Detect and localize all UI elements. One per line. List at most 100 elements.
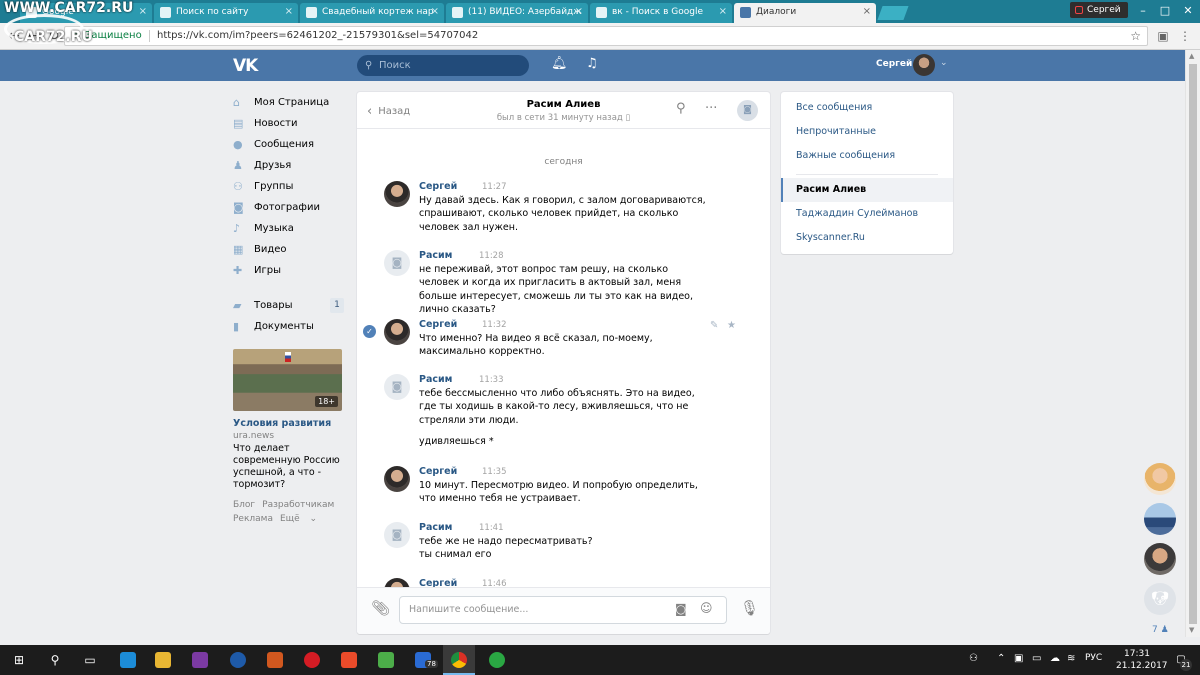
close-tab-icon[interactable]: ×: [285, 6, 293, 17]
explorer-folder-icon[interactable]: [155, 652, 171, 668]
folder-unread[interactable]: Непрочитанные: [781, 120, 953, 144]
media-player-icon[interactable]: [192, 652, 208, 668]
header-avatar[interactable]: [913, 54, 935, 76]
store-icon[interactable]: [378, 652, 394, 668]
header-user-name[interactable]: Сергей: [876, 59, 912, 69]
browser-tab-active[interactable]: Диалоги ×: [734, 3, 876, 23]
avatar[interactable]: ◙: [384, 522, 410, 548]
message-item[interactable]: ◙ Расим 11:33 тебе бессмысленно что либо…: [384, 374, 744, 454]
edge-icon[interactable]: [120, 652, 136, 668]
close-tab-icon[interactable]: ×: [719, 6, 727, 17]
camera-icon[interactable]: ◙: [675, 602, 687, 616]
music-note-icon[interactable]: ♫: [586, 56, 598, 71]
avatar[interactable]: [384, 181, 410, 207]
message-author[interactable]: Расим: [419, 522, 452, 533]
clock[interactable]: 17:31 21.12.2017: [1116, 648, 1168, 672]
scroll-down-icon[interactable]: ▼: [1189, 626, 1194, 634]
browser-tab[interactable]: Поиск по сайту ×: [154, 3, 298, 23]
avatar[interactable]: [384, 319, 410, 345]
more-actions-icon[interactable]: ···: [705, 101, 717, 116]
task-view-icon[interactable]: ▭: [81, 651, 99, 669]
menu-item-video[interactable]: ▦ Видео: [233, 241, 348, 262]
ad-title[interactable]: Условия развития: [233, 418, 331, 429]
menu-item-photos[interactable]: ◙ Фотографии: [233, 199, 348, 220]
folder-all-messages[interactable]: Все сообщения: [781, 96, 953, 120]
message-item[interactable]: Сергей 11:27 Ну давай здесь. Как я говор…: [384, 181, 744, 233]
extension-icon[interactable]: ▣: [1154, 27, 1172, 45]
dialog-rasim-aliev[interactable]: Расим Алиев: [781, 178, 953, 202]
message-author[interactable]: Расим: [419, 374, 452, 385]
ad-image[interactable]: 18+: [233, 349, 342, 411]
attach-paperclip-icon[interactable]: 📎︎: [371, 599, 390, 617]
battery-icon[interactable]: ▭: [1032, 653, 1041, 664]
menu-item-goods[interactable]: ▰ Товары 1: [233, 297, 348, 318]
bookmark-star-icon[interactable]: ☆: [1130, 27, 1141, 45]
people-icon[interactable]: ⚇: [969, 653, 978, 664]
scrollbar-thumb[interactable]: [1189, 64, 1197, 624]
new-tab-button[interactable]: [877, 6, 909, 20]
message-author[interactable]: Расим: [419, 250, 452, 261]
peer-avatar-camera-icon[interactable]: ◙: [737, 100, 758, 121]
menu-item-news[interactable]: ▤ Новости: [233, 115, 348, 136]
menu-item-my-page[interactable]: ⌂ Моя Страница: [233, 94, 348, 115]
chevron-down-icon[interactable]: ⌄: [940, 58, 948, 68]
friend-avatar[interactable]: [1144, 503, 1176, 535]
message-author[interactable]: Сергей: [419, 319, 457, 330]
avatar[interactable]: ◙: [384, 250, 410, 276]
search-messages-icon[interactable]: ⚲: [676, 101, 686, 116]
opera-icon[interactable]: [304, 652, 320, 668]
dialog-tadzhaddin[interactable]: Таджаддин Сулейманов: [781, 202, 953, 226]
ad-text[interactable]: Что делает современную Россию успешной, …: [233, 443, 348, 491]
folder-important[interactable]: Важные сообщения: [781, 144, 953, 168]
vk-logo[interactable]: VK: [233, 56, 258, 76]
message-item[interactable]: Сергей 11:35 10 минут. Пересмотрю видео.…: [384, 466, 744, 506]
menu-item-documents[interactable]: ▮ Документы: [233, 318, 348, 339]
friend-avatar[interactable]: 🐶︎: [1144, 583, 1176, 615]
menu-item-music[interactable]: ♪ Музыка: [233, 220, 348, 241]
footer-link-ads[interactable]: Реклама: [233, 514, 273, 524]
footer-link-blog[interactable]: Блог: [233, 500, 255, 510]
menu-item-games[interactable]: ✚ Игры: [233, 262, 348, 283]
footer-link-dev[interactable]: Разработчикам: [262, 500, 334, 510]
app-icon[interactable]: [267, 652, 283, 668]
close-tab-icon[interactable]: ×: [139, 6, 147, 17]
menu-item-groups[interactable]: ⚇ Группы: [233, 178, 348, 199]
avatar[interactable]: [384, 466, 410, 492]
wifi-icon[interactable]: ≋: [1067, 653, 1075, 664]
utorrent-icon[interactable]: [489, 652, 505, 668]
close-tab-icon[interactable]: ×: [575, 6, 583, 17]
browser-tab[interactable]: (11) ВИДЕО: Азербайдж ×: [446, 3, 588, 23]
maximize-button[interactable]: □: [1154, 0, 1176, 23]
menu-item-friends[interactable]: ♟ Друзья: [233, 157, 348, 178]
search-icon[interactable]: ⚲: [46, 651, 64, 669]
chrome-icon[interactable]: [451, 652, 467, 668]
browser-tab[interactable]: Свадебный кортеж нар ×: [300, 3, 444, 23]
app-icon[interactable]: [341, 652, 357, 668]
scroll-up-icon[interactable]: ▲: [1189, 52, 1194, 60]
friend-avatar[interactable]: [1144, 543, 1176, 575]
message-author[interactable]: Сергей: [419, 181, 457, 192]
close-tab-icon[interactable]: ×: [431, 6, 439, 17]
emoji-smile-icon[interactable]: ☺: [700, 601, 713, 615]
message-item[interactable]: ◙ Расим 11:28 не переживай, этот вопрос …: [384, 250, 744, 315]
tray-app-icon[interactable]: ▣: [1014, 653, 1023, 664]
online-friends-count[interactable]: 7 ♟: [1152, 625, 1169, 635]
message-item[interactable]: ◙ Расим 11:41 тебе же не надо пересматри…: [384, 522, 744, 562]
tray-chevron-up-icon[interactable]: ⌃: [997, 653, 1005, 664]
notifications-bell-icon[interactable]: 🔔︎: [551, 56, 568, 71]
browser-tab[interactable]: вк - Поиск в Google ×: [590, 3, 732, 23]
app-icon[interactable]: 78: [415, 652, 438, 668]
browser-profile-button[interactable]: Сергей: [1070, 2, 1128, 18]
menu-kebab-icon[interactable]: ⋮: [1176, 27, 1194, 45]
friend-avatar[interactable]: [1144, 463, 1176, 495]
app-icon[interactable]: [230, 652, 246, 668]
close-tab-icon[interactable]: ×: [863, 6, 871, 17]
minimize-button[interactable]: –: [1132, 0, 1154, 23]
menu-item-messages[interactable]: ● Сообщения: [233, 136, 348, 157]
action-center-icon[interactable]: ▢ 21: [1172, 651, 1192, 671]
close-window-button[interactable]: ✕: [1176, 0, 1200, 23]
avatar[interactable]: ◙: [384, 374, 410, 400]
message-author[interactable]: Сергей: [419, 466, 457, 477]
windows-start-icon[interactable]: ⊞: [10, 651, 28, 669]
language-indicator[interactable]: РУС: [1085, 653, 1102, 663]
